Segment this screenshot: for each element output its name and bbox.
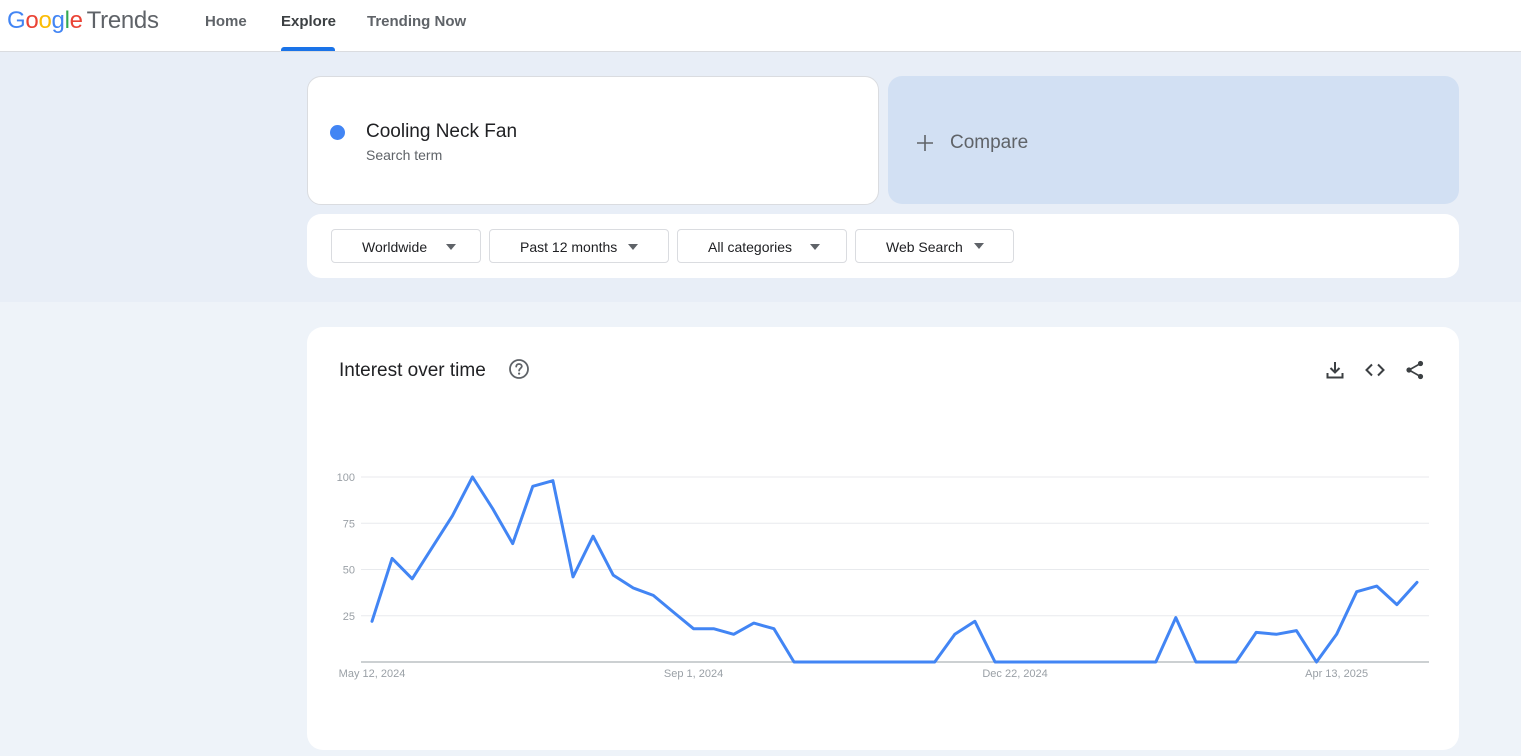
search-term-card[interactable]: Cooling Neck Fan Search term <box>307 76 879 205</box>
caret-down-icon <box>446 244 456 250</box>
nav-active-indicator <box>281 47 335 51</box>
interest-over-time-card: Interest over time 25 50 75 100 May 12, 2024… <box>307 327 1459 750</box>
compare-label: Compare <box>950 132 1029 153</box>
y-tick-label: 75 <box>343 518 355 530</box>
category-filter[interactable]: All categories <box>677 229 847 263</box>
filter-bar: Worldwide Past 12 months All categories … <box>307 214 1459 278</box>
y-tick-label: 25 <box>343 611 355 623</box>
time-range-filter-label: Past 12 months <box>520 239 618 255</box>
search-type-filter-label: Web Search <box>886 239 963 255</box>
caret-down-icon <box>628 244 638 250</box>
region-filter[interactable]: Worldwide <box>331 229 481 263</box>
top-bar: Google Trends Home Explore Trending Now <box>0 0 1521 52</box>
category-filter-label: All categories <box>708 239 793 255</box>
x-tick-label: Apr 13, 2025 <box>1305 668 1368 680</box>
logo-letter: e <box>69 7 83 34</box>
nav-explore[interactable]: Explore <box>281 13 336 30</box>
caret-down-icon <box>810 244 820 250</box>
search-type-filter[interactable]: Web Search <box>855 229 1014 263</box>
x-tick-label: Sep 1, 2024 <box>664 668 723 680</box>
compare-button[interactable]: Compare <box>888 76 1459 204</box>
trends-wordmark: Trends <box>86 7 159 34</box>
plus-icon <box>917 135 933 151</box>
nav-trending-now[interactable]: Trending Now <box>367 13 466 30</box>
y-tick-label: 50 <box>343 565 355 577</box>
region-filter-label: Worldwide <box>362 239 428 255</box>
x-tick-label: May 12, 2024 <box>339 668 406 680</box>
nav-home[interactable]: Home <box>205 13 247 30</box>
y-tick-label: 100 <box>337 472 355 484</box>
x-tick-label: Dec 22, 2024 <box>982 668 1047 680</box>
logo-letter: G <box>7 7 26 34</box>
logo-letter: o <box>25 7 39 34</box>
google-wordmark: Google <box>7 7 83 34</box>
search-term-type: Search term <box>366 147 443 163</box>
google-trends-logo[interactable]: Google Trends <box>7 7 159 35</box>
search-term-name[interactable]: Cooling Neck Fan <box>366 121 517 143</box>
interest-line-chart: 25 50 75 100 May 12, 2024 Sep 1, 2024 Dec 22, … <box>337 472 1429 680</box>
caret-down-icon <box>974 243 984 249</box>
logo-letter: g <box>51 7 65 34</box>
time-range-filter[interactable]: Past 12 months <box>489 229 669 263</box>
logo-letter: o <box>38 7 52 34</box>
term-color-dot <box>330 125 345 140</box>
